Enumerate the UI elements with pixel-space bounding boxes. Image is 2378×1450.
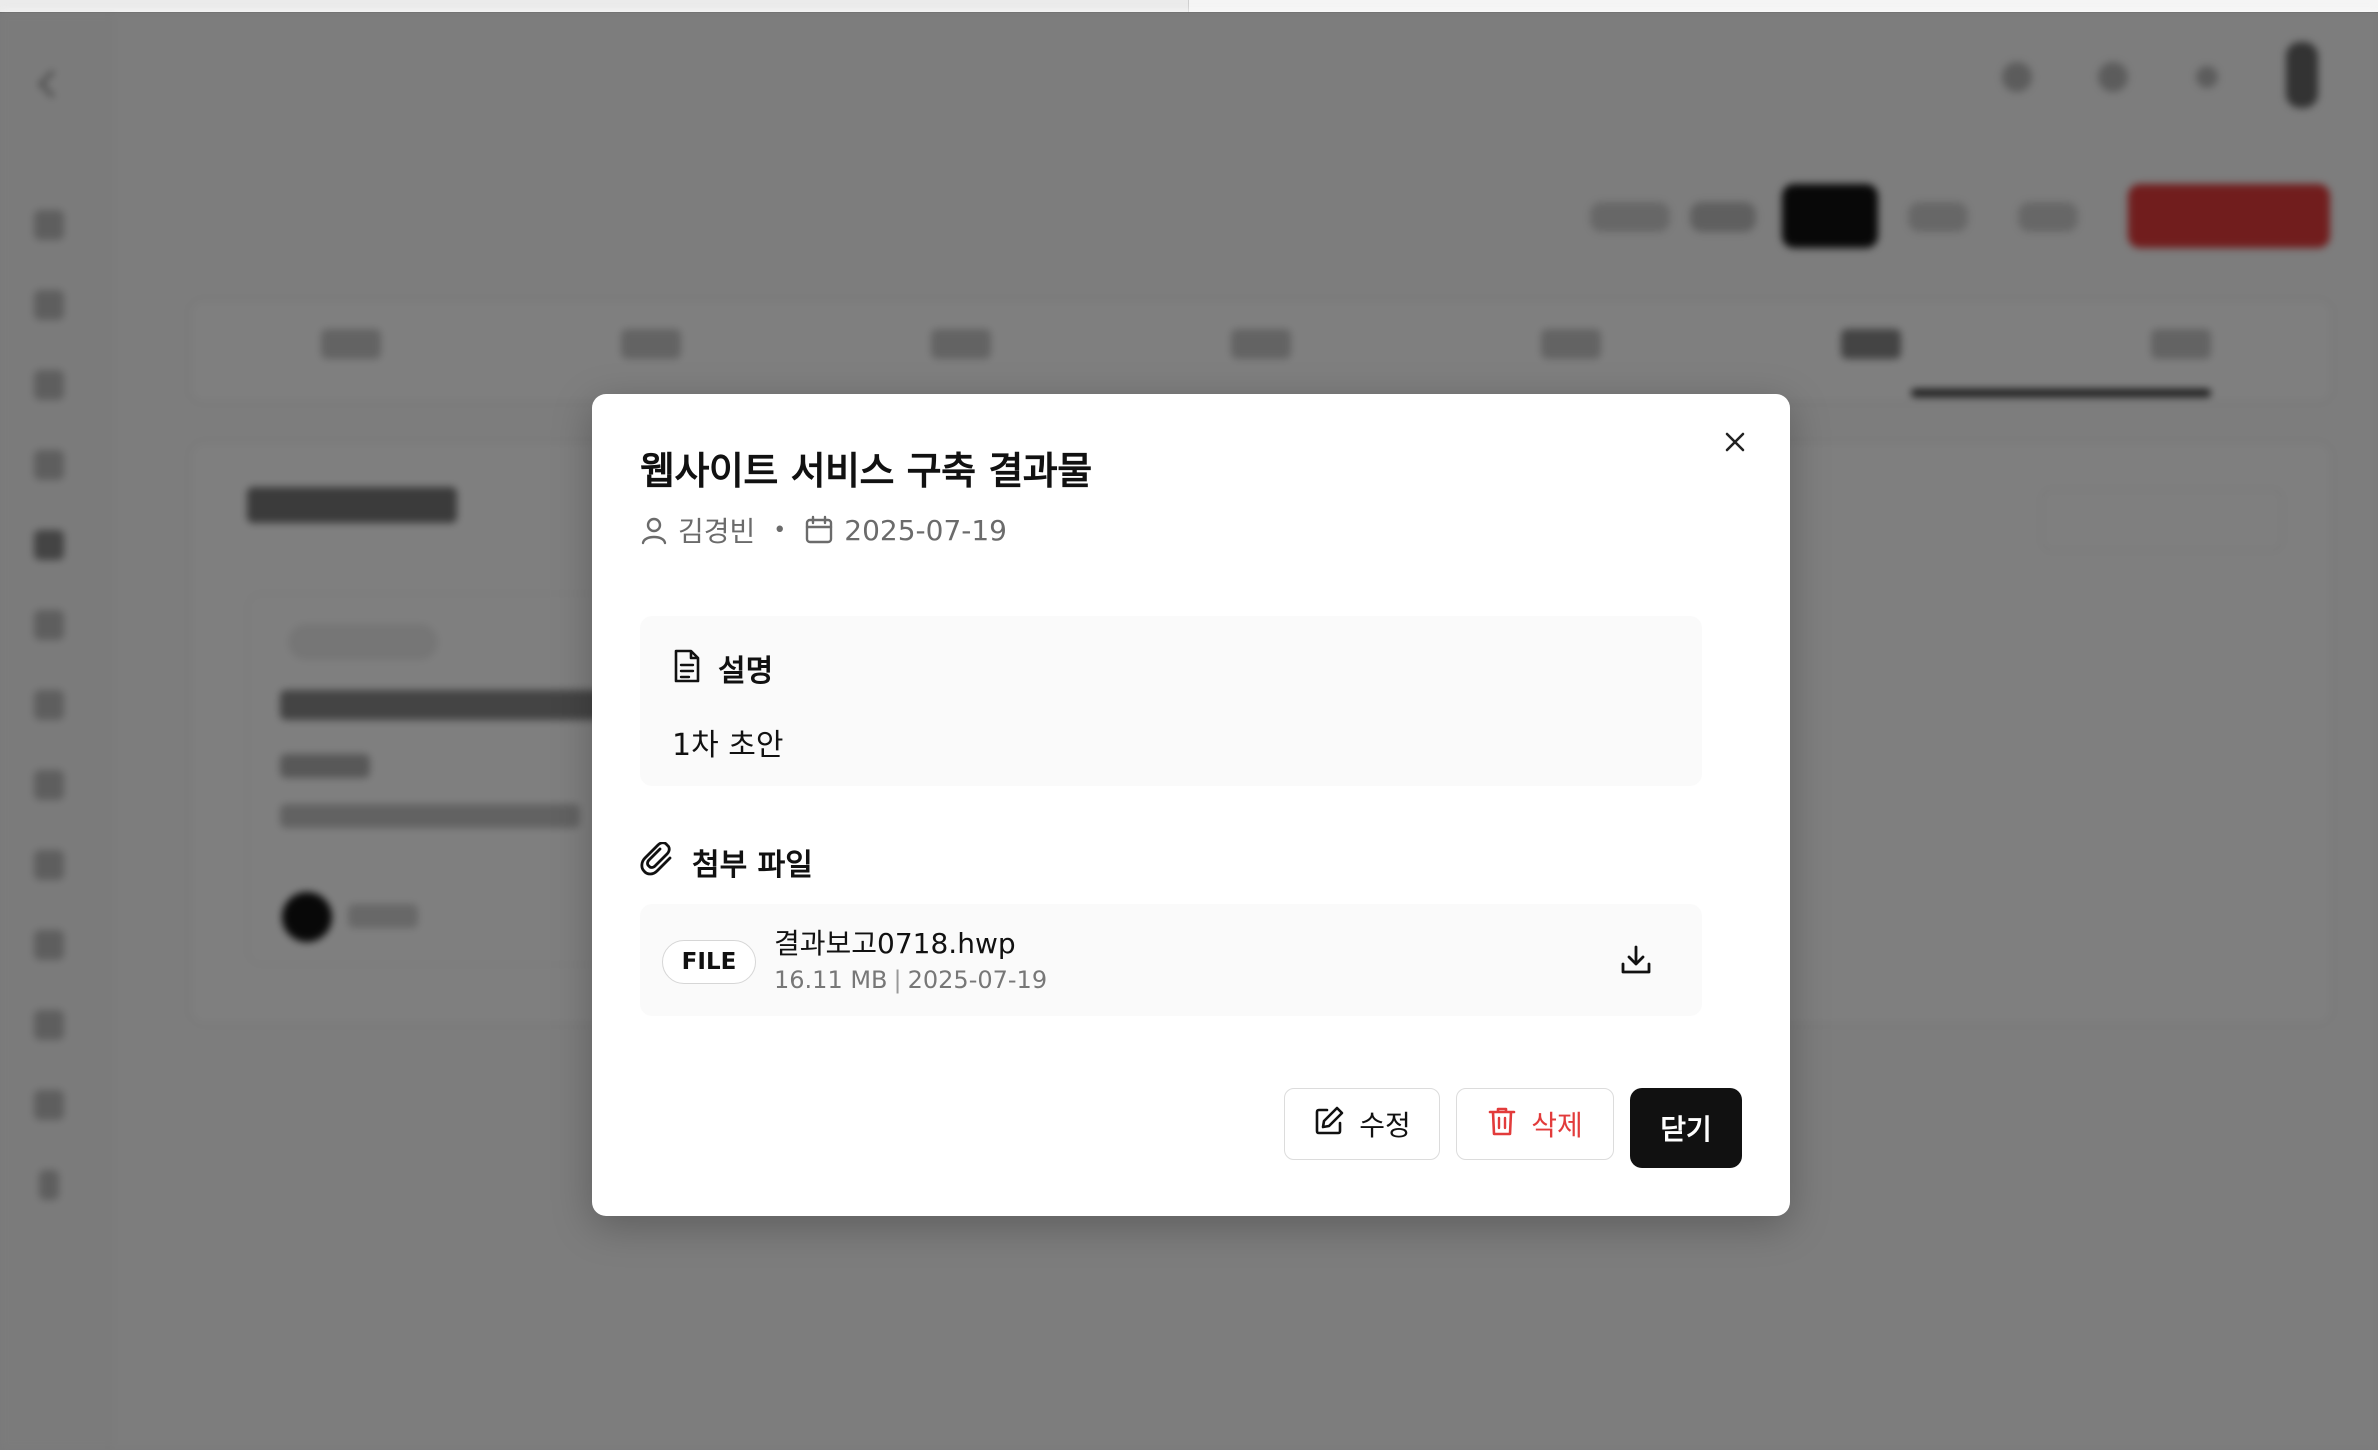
description-header: 설명 xyxy=(672,646,773,690)
description-text: 1차 초안 xyxy=(672,728,784,763)
modal-meta: 김경빈 • 2025-07-19 xyxy=(640,512,1007,548)
attachment-row: FILE 결과보고0718.hwp 16.11 MB | 2025-07-19 xyxy=(640,904,1702,1016)
modal-title: 웹사이트 서비스 구축 결과물 xyxy=(640,449,1092,493)
file-size: 16.11 MB xyxy=(774,966,888,994)
document-icon xyxy=(672,648,702,688)
delete-button[interactable]: 삭제 xyxy=(1456,1088,1614,1160)
file-meta: 16.11 MB | 2025-07-19 xyxy=(774,966,1047,994)
close-button[interactable]: 닫기 xyxy=(1630,1088,1742,1168)
meta-separator: • xyxy=(773,517,787,543)
delete-button-label: 삭제 xyxy=(1531,1109,1583,1142)
paperclip-icon xyxy=(640,841,676,882)
calendar-icon xyxy=(804,515,834,545)
result-detail-modal: 웹사이트 서비스 구축 결과물 김경빈 • 2025-07-19 설명 1차 초… xyxy=(592,394,1790,1216)
edit-button[interactable]: 수정 xyxy=(1284,1088,1440,1160)
close-icon[interactable] xyxy=(1717,424,1753,460)
attachments-header: 첨부 파일 xyxy=(640,840,813,884)
file-date: 2025-07-19 xyxy=(907,966,1048,994)
user-icon xyxy=(640,515,668,545)
trash-icon xyxy=(1487,1105,1531,1144)
description-section: 설명 1차 초안 xyxy=(640,616,1702,786)
file-name: 결과보고0718.hwp xyxy=(774,927,1016,960)
edit-icon xyxy=(1313,1105,1359,1144)
author-name: 김경빈 xyxy=(678,515,756,548)
description-label: 설명 xyxy=(718,654,774,689)
attachments-label: 첨부 파일 xyxy=(692,848,813,883)
download-icon[interactable] xyxy=(1618,942,1654,978)
edit-button-label: 수정 xyxy=(1359,1109,1411,1142)
created-date: 2025-07-19 xyxy=(844,513,1007,547)
file-type-badge: FILE xyxy=(662,940,756,984)
file-meta-divider: | xyxy=(893,966,902,994)
